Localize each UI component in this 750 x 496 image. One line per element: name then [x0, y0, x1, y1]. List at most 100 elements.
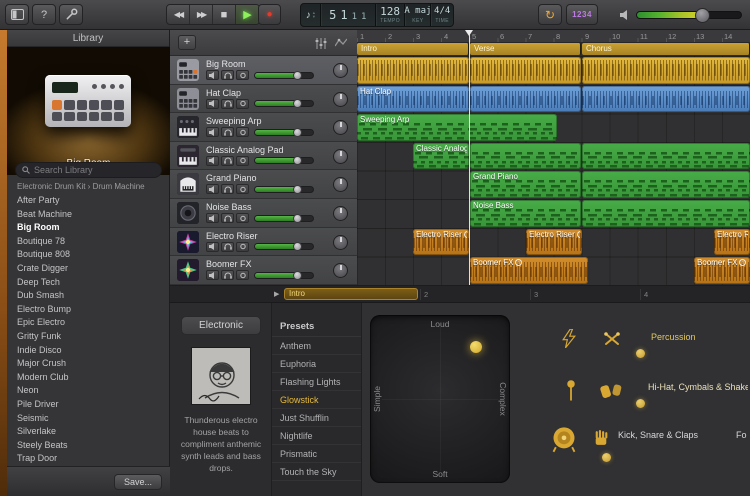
- quick-help-button[interactable]: ?: [32, 4, 56, 25]
- list-item[interactable]: Dub Smash: [7, 289, 170, 303]
- track-header[interactable]: Noise Bass: [170, 199, 357, 228]
- preset-item[interactable]: Prismatic: [272, 445, 361, 463]
- volume-slider[interactable]: [254, 186, 314, 193]
- category-button[interactable]: Electronic: [181, 316, 261, 335]
- cycle-button[interactable]: ↻: [538, 4, 562, 25]
- track-header[interactable]: Electro Riser: [170, 228, 357, 257]
- audio-region-boomer-fx[interactable]: Boomer FXi: [470, 257, 588, 284]
- solo-button[interactable]: [221, 242, 234, 252]
- input-monitor-button[interactable]: [236, 156, 249, 166]
- list-item[interactable]: Trap Door: [7, 452, 170, 466]
- audio-region-big-room[interactable]: [582, 57, 750, 84]
- smart-controls-button[interactable]: [59, 4, 83, 25]
- forward-button[interactable]: ▶▶: [190, 5, 213, 24]
- track-header[interactable]: Classic Analog Pad: [170, 142, 357, 171]
- track-header[interactable]: Sweeping Arp: [170, 113, 357, 142]
- input-monitor-button[interactable]: [236, 184, 249, 194]
- xy-pad[interactable]: Loud Soft Simple Complex: [370, 315, 510, 483]
- rewind-button[interactable]: ◀◀: [167, 5, 190, 24]
- midi-region-grand-piano[interactable]: Grand Piano: [470, 171, 581, 198]
- mute-button[interactable]: [206, 99, 219, 109]
- preset-item[interactable]: Anthem: [272, 337, 361, 355]
- audio-region-electro-riser[interactable]: Electro Riser: [714, 229, 750, 256]
- list-item[interactable]: Major Crush: [7, 357, 170, 371]
- master-volume-knob[interactable]: [695, 8, 710, 23]
- search-input[interactable]: [34, 165, 155, 175]
- list-item[interactable]: Epic Electro: [7, 316, 170, 330]
- list-item[interactable]: Steely Beats: [7, 439, 170, 453]
- track-lanes[interactable]: Hat Clap Sweeping Arp Classic Analog Pad…: [357, 56, 750, 285]
- input-monitor-button[interactable]: [236, 70, 249, 80]
- mixer-button[interactable]: [313, 36, 329, 50]
- pan-knob[interactable]: [333, 263, 348, 278]
- library-toggle-button[interactable]: [5, 4, 29, 25]
- arrangement-marker[interactable]: Intro: [357, 43, 469, 55]
- list-item[interactable]: Gritty Funk: [7, 330, 170, 344]
- solo-button[interactable]: [221, 184, 234, 194]
- track-header[interactable]: Boomer FX: [170, 256, 357, 285]
- master-volume-slider[interactable]: [636, 11, 742, 19]
- list-item[interactable]: After Party: [7, 194, 170, 208]
- lcd-key-section[interactable]: A maj Key: [405, 4, 431, 26]
- audio-region-big-room[interactable]: [357, 57, 469, 84]
- pan-knob[interactable]: [333, 206, 348, 221]
- volume-slider[interactable]: [254, 157, 314, 164]
- solo-button[interactable]: [221, 127, 234, 137]
- volume-slider[interactable]: [254, 272, 314, 279]
- solo-button[interactable]: [221, 156, 234, 166]
- solo-button[interactable]: [221, 99, 234, 109]
- automation-button[interactable]: [333, 36, 349, 50]
- kick-snare-knob[interactable]: [602, 453, 611, 462]
- midi-region-classic-analog-pad[interactable]: [582, 143, 750, 170]
- list-item[interactable]: Boutique 78: [7, 235, 170, 249]
- playhead[interactable]: [469, 30, 470, 285]
- solo-button[interactable]: [221, 270, 234, 280]
- preset-item[interactable]: Euphoria: [272, 355, 361, 373]
- preset-item[interactable]: Just Shufflin: [272, 409, 361, 427]
- list-item[interactable]: Pile Driver: [7, 398, 170, 412]
- mute-button[interactable]: [206, 270, 219, 280]
- percussion-knob[interactable]: [636, 349, 645, 358]
- pan-knob[interactable]: [333, 177, 348, 192]
- hihat-knob[interactable]: [636, 399, 645, 408]
- mute-button[interactable]: [206, 213, 219, 223]
- xy-pad-puck[interactable]: [470, 341, 482, 353]
- midi-region-classic-analog-pad[interactable]: [470, 143, 581, 170]
- timeline-ruler[interactable]: 1 2 3 4 5 6 7 8 9 10 11 12 13 14: [357, 30, 750, 43]
- group-label-kick-snare[interactable]: Kick, Snare & Claps: [618, 430, 730, 440]
- group-label-hihat[interactable]: Hi-Hat, Cymbals & Shake: [648, 382, 748, 392]
- list-item[interactable]: Deep Tech: [7, 276, 170, 290]
- list-item[interactable]: Neon: [7, 384, 170, 398]
- track-header[interactable]: Hat Clap: [170, 85, 357, 114]
- input-monitor-button[interactable]: [236, 127, 249, 137]
- audio-region-electro-riser[interactable]: Electro Riseri: [526, 229, 582, 256]
- pan-knob[interactable]: [333, 63, 348, 78]
- mini-timeline[interactable]: ▶ Intro 2 3 4: [170, 286, 750, 303]
- pan-knob[interactable]: [333, 235, 348, 250]
- stop-button[interactable]: ■: [213, 5, 236, 24]
- input-monitor-button[interactable]: [236, 270, 249, 280]
- audio-region-electro-riser[interactable]: Electro Riseri: [413, 229, 469, 256]
- volume-slider[interactable]: [254, 243, 314, 250]
- volume-slider[interactable]: [254, 129, 314, 136]
- group-label-percussion[interactable]: Percussion: [651, 332, 746, 342]
- lcd-tempo-section[interactable]: 128 Tempo: [376, 4, 406, 26]
- pan-knob[interactable]: [333, 149, 348, 164]
- mute-button[interactable]: [206, 127, 219, 137]
- midi-region-classic-analog-pad[interactable]: Classic Analog Pad: [413, 143, 469, 170]
- pan-knob[interactable]: [333, 120, 348, 135]
- midi-region-noise-bass[interactable]: Noise Bass: [470, 200, 581, 227]
- breadcrumb[interactable]: Electronic Drum Kit › Drum Machine: [17, 182, 167, 191]
- save-button[interactable]: Save...: [114, 474, 162, 490]
- arrangement-marker[interactable]: Verse: [470, 43, 581, 55]
- library-search[interactable]: [15, 162, 162, 178]
- lcd-position-section[interactable]: 5 1 1 1: [321, 4, 376, 26]
- midi-region-noise-bass[interactable]: [582, 200, 750, 227]
- list-item[interactable]: Seismic: [7, 412, 170, 426]
- input-monitor-button[interactable]: [236, 99, 249, 109]
- count-in-button[interactable]: 1234: [566, 4, 598, 25]
- midi-region-grand-piano[interactable]: [582, 171, 750, 198]
- audio-region-boomer-fx[interactable]: Boomer FXi: [694, 257, 750, 284]
- list-item[interactable]: Crate Digger: [7, 262, 170, 276]
- input-monitor-button[interactable]: [236, 213, 249, 223]
